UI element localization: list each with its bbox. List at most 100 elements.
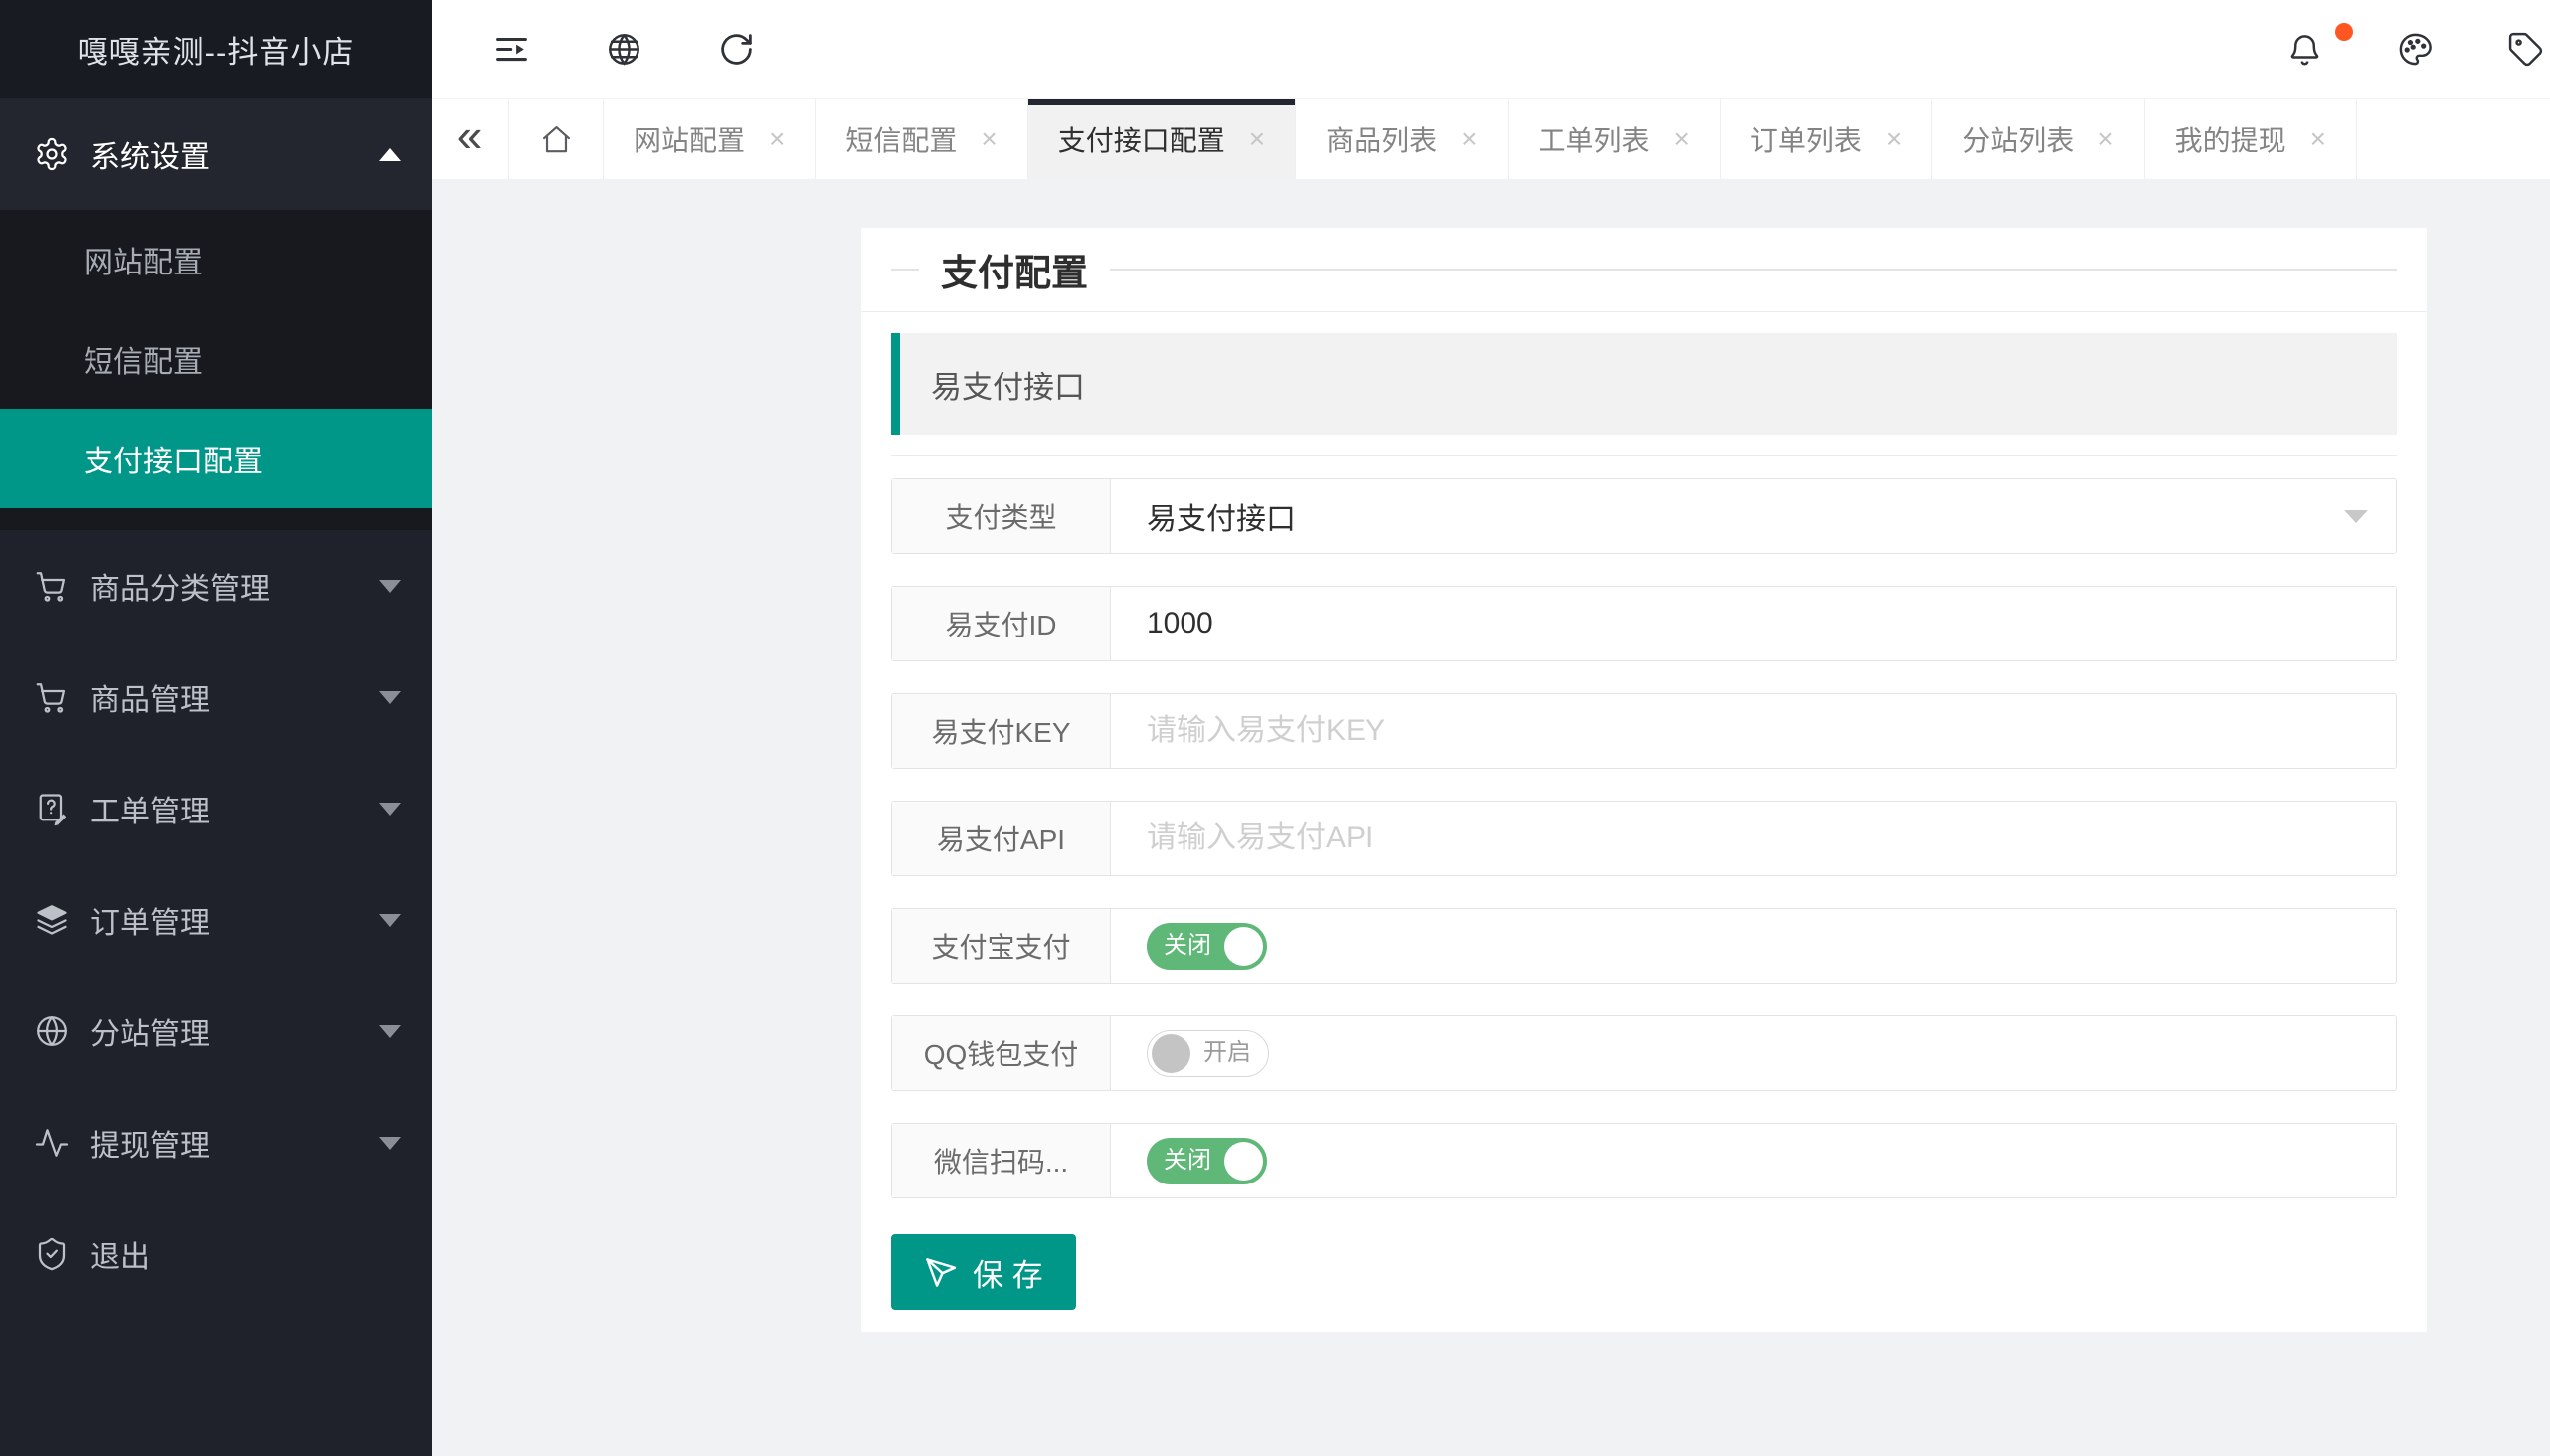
sidebar-item-product-mgmt[interactable]: 商品管理 xyxy=(0,641,432,753)
qq-wallet-toggle[interactable]: 开启 xyxy=(1147,1030,1269,1077)
tab-order-list[interactable]: 订单列表 × xyxy=(1721,99,1932,179)
home-icon xyxy=(539,122,574,157)
toggle-knob xyxy=(1224,1142,1263,1181)
tabbar: « 网站配置 × 短信配置 × 支付接口配置 × 商品列表 × 工单列表 × xyxy=(432,98,2550,179)
sidebar-item-pay-config[interactable]: 支付接口配置 xyxy=(0,409,432,508)
tab-label: 网站配置 xyxy=(634,119,745,159)
tab-sms-config[interactable]: 短信配置 × xyxy=(816,99,1027,179)
divider-dash xyxy=(891,269,919,271)
form-row-qq-wallet: QQ钱包支付 开启 xyxy=(891,1015,2397,1091)
alipay-toggle[interactable]: 关闭 xyxy=(1147,923,1267,970)
work-order-icon xyxy=(33,790,71,827)
toggle-knob xyxy=(1224,927,1263,966)
sidebar-item-withdraw-mgmt[interactable]: 提现管理 xyxy=(0,1087,432,1198)
tab-pay-config[interactable]: 支付接口配置 × xyxy=(1028,99,1296,179)
sidebar-item-logout[interactable]: 退出 xyxy=(0,1198,432,1310)
app-root: 嘎嘎亲测--抖音小店 系统设置 网站配置 短信配置 xyxy=(0,0,2550,1456)
form-row-alipay: 支付宝支付 关闭 xyxy=(891,908,2397,984)
sidebar-item-category-mgmt[interactable]: 商品分类管理 xyxy=(0,530,432,641)
divider xyxy=(891,455,2397,456)
send-icon xyxy=(924,1256,957,1289)
tab-label: 工单列表 xyxy=(1539,119,1650,159)
toggle-label: 关闭 xyxy=(1164,1149,1211,1173)
collapse-sidebar-icon[interactable] xyxy=(493,31,530,68)
close-icon[interactable]: × xyxy=(2097,125,2113,153)
refresh-icon[interactable] xyxy=(718,31,755,68)
epay-id-input[interactable] xyxy=(1147,607,2336,640)
tab-site-config[interactable]: 网站配置 × xyxy=(604,99,816,179)
tab-label: 我的提现 xyxy=(2175,119,2286,159)
tab-label: 支付接口配置 xyxy=(1058,119,1225,159)
sidebar-item-system-settings[interactable]: 系统设置 xyxy=(0,98,432,210)
wechat-scan-toggle[interactable]: 关闭 xyxy=(1147,1138,1267,1184)
pay-config-form: 支付类型 易支付接口 易支付ID 易支付KEY xyxy=(891,478,2397,1198)
field-label: 易支付ID xyxy=(892,587,1111,660)
toggle-label: 关闭 xyxy=(1164,934,1211,958)
field-wrap xyxy=(1111,802,2396,875)
tab-label: 分站列表 xyxy=(1962,119,2074,159)
form-row-epay-api: 易支付API xyxy=(891,801,2397,876)
field-wrap: 开启 xyxy=(1111,1016,2396,1090)
chevron-down-icon xyxy=(379,691,401,704)
layers-icon xyxy=(33,901,71,939)
sidebar-item-label: 网站配置 xyxy=(84,238,203,281)
home-tab[interactable] xyxy=(509,99,604,179)
tab-label: 订单列表 xyxy=(1750,119,1862,159)
bell-icon[interactable] xyxy=(2286,31,2323,68)
sidebar: 嘎嘎亲测--抖音小店 系统设置 网站配置 短信配置 xyxy=(0,0,432,1456)
close-icon[interactable]: × xyxy=(1249,125,1265,153)
close-icon[interactable]: × xyxy=(1461,125,1477,153)
close-icon[interactable]: × xyxy=(1674,125,1690,153)
tab-ticket-list[interactable]: 工单列表 × xyxy=(1509,99,1721,179)
chevron-up-icon xyxy=(379,148,401,161)
tabs-scroll-left-icon[interactable]: « xyxy=(432,99,509,179)
section-header: 易支付接口 xyxy=(891,333,2397,435)
tab-substation-list[interactable]: 分站列表 × xyxy=(1932,99,2144,179)
field-label: QQ钱包支付 xyxy=(892,1016,1111,1090)
sidebar-item-label: 提现管理 xyxy=(91,1121,210,1165)
field-label: 支付类型 xyxy=(892,479,1111,553)
tag-icon[interactable] xyxy=(2507,31,2544,68)
form-row-epay-key: 易支付KEY xyxy=(891,693,2397,769)
sidebar-item-label: 分站管理 xyxy=(91,1009,210,1053)
sidebar-item-substation-mgmt[interactable]: 分站管理 xyxy=(0,976,432,1087)
field-label: 支付宝支付 xyxy=(892,909,1111,983)
palette-icon[interactable] xyxy=(2397,31,2434,68)
chevron-down-icon xyxy=(379,914,401,927)
tab-product-list[interactable]: 商品列表 × xyxy=(1296,99,1508,179)
field-wrap: 关闭 xyxy=(1111,1124,2396,1197)
save-button[interactable]: 保 存 xyxy=(891,1234,1076,1310)
epay-api-input[interactable] xyxy=(1147,821,2336,855)
epay-key-input[interactable] xyxy=(1147,714,2336,748)
chevron-down-icon xyxy=(379,1025,401,1038)
sidebar-item-order-mgmt[interactable]: 订单管理 xyxy=(0,864,432,976)
main-content: 支付配置 易支付接口 支付类型 易支付接口 易支付ID xyxy=(432,179,2550,1456)
tab-my-withdraw[interactable]: 我的提现 × xyxy=(2145,99,2357,179)
close-icon[interactable]: × xyxy=(2310,125,2326,153)
topbar xyxy=(432,0,2550,98)
save-button-label: 保 存 xyxy=(973,1250,1043,1295)
tab-label: 商品列表 xyxy=(1326,119,1437,159)
globe-icon xyxy=(33,1012,71,1050)
field-wrap xyxy=(1111,694,2396,768)
sidebar-item-label: 订单管理 xyxy=(91,898,210,942)
field-label: 易支付API xyxy=(892,802,1111,875)
notification-dot xyxy=(2335,23,2353,41)
cart-icon xyxy=(33,678,71,716)
activity-pulse-icon xyxy=(33,1124,71,1162)
toggle-knob xyxy=(1152,1034,1190,1073)
close-icon[interactable]: × xyxy=(769,125,785,153)
select-value: 易支付接口 xyxy=(1147,494,1296,538)
pay-config-card: 支付配置 易支付接口 支付类型 易支付接口 易支付ID xyxy=(861,228,2427,1332)
sidebar-item-site-config[interactable]: 网站配置 xyxy=(0,210,432,309)
globe-icon[interactable] xyxy=(606,31,642,68)
gear-icon xyxy=(33,135,71,173)
sidebar-item-sms-config[interactable]: 短信配置 xyxy=(0,309,432,409)
close-icon[interactable]: × xyxy=(981,125,997,153)
sidebar-item-label: 商品分类管理 xyxy=(91,564,270,608)
form-row-wechat-scan: 微信扫码... 关闭 xyxy=(891,1123,2397,1198)
pay-type-select[interactable]: 易支付接口 xyxy=(1111,479,2396,553)
cart-icon xyxy=(33,567,71,605)
close-icon[interactable]: × xyxy=(1886,125,1902,153)
sidebar-item-ticket-mgmt[interactable]: 工单管理 xyxy=(0,753,432,864)
